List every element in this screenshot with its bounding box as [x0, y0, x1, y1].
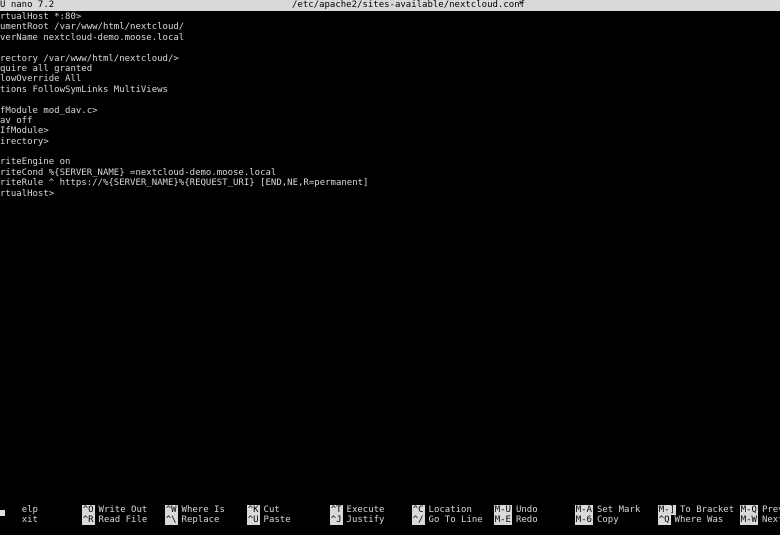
editor-line[interactable]: riteEngine on — [0, 157, 780, 167]
shortcut-label: Where Was — [674, 515, 724, 525]
app-version: U nano 7.2 — [0, 0, 55, 10]
shortcut-set-mark[interactable]: M-A Set Mark — [553, 495, 640, 515]
modified-indicator: * — [518, 0, 524, 10]
text-cursor — [0, 510, 5, 516]
editor-line[interactable]: riteRule ^ https://%{SERVER_NAME}%{REQUE… — [0, 178, 780, 188]
shortcut-key: ^\ — [164, 515, 178, 525]
editor-line[interactable] — [0, 147, 780, 157]
editor-line[interactable] — [0, 95, 780, 105]
shortcut-key: ^U — [246, 515, 260, 525]
shortcut-justify[interactable]: ^J Justify — [308, 505, 384, 525]
editor-line[interactable]: IfModule> — [0, 126, 780, 136]
shortcut-undo[interactable]: M-U Undo — [472, 495, 538, 515]
shortcut-key: ^R — [81, 515, 95, 525]
shortcut-key: M-W — [739, 515, 758, 525]
shortcut-label: Paste — [263, 515, 291, 525]
shortcut-previous[interactable]: M-QPrevious — [718, 495, 780, 515]
shortcut-help[interactable]: elp — [0, 495, 38, 515]
shortcut-key: ^Q — [657, 515, 671, 525]
shortcut-location[interactable]: ^C Location — [390, 495, 472, 515]
editor-line[interactable]: umentRoot /var/www/html/nextcloud/ — [0, 22, 780, 32]
editor-line[interactable]: lowOverride All — [0, 74, 780, 84]
shortcut-where-is[interactable]: ^W Where Is — [143, 495, 225, 515]
shortcut-write-out[interactable]: ^O Write Out — [60, 495, 147, 515]
shortcut-next[interactable]: M-WNext — [718, 505, 780, 525]
editor-line[interactable]: rtualHost> — [0, 189, 780, 199]
shortcut-exit[interactable]: xit — [0, 505, 38, 525]
shortcut-replace[interactable]: ^\ Replace — [143, 505, 219, 525]
shortcut-paste[interactable]: ^U Paste — [225, 505, 291, 525]
editor-line[interactable]: av off — [0, 116, 780, 126]
shortcut-label: Next — [761, 515, 780, 525]
shortcut-bar: elp ^O Write Out ^W Where Is ^K Cut ^T Execu… — [0, 495, 780, 525]
editor-line[interactable]: quire all granted — [0, 64, 780, 74]
shortcut-where-was[interactable]: ^Q Where Was — [636, 505, 723, 525]
editor-line[interactable]: irectory> — [0, 137, 780, 147]
shortcut-redo[interactable]: M-E Redo — [472, 505, 538, 525]
shortcut-key: ^/ — [411, 515, 425, 525]
shortcut-key: ^J — [329, 515, 343, 525]
shortcut-label: Redo — [515, 515, 538, 525]
shortcut-key: M-6 — [574, 515, 593, 525]
shortcut-go-to-line[interactable]: ^/Go To Line — [390, 505, 483, 525]
editor-line[interactable]: riteCond %{SERVER_NAME} =nextcloud-demo.… — [0, 168, 780, 178]
text-editor-area[interactable]: rtualHost *:80> umentRoot /var/www/html/… — [0, 12, 780, 490]
nano-title-bar: U nano 7.2 /etc/apache2/sites-available/… — [0, 0, 780, 11]
shortcut-label: Replace — [181, 515, 220, 525]
file-path: /etc/apache2/sites-available/nextcloud.c… — [292, 0, 525, 10]
shortcut-label: Justify — [346, 515, 385, 525]
editor-line[interactable]: fModule mod_dav.c> — [0, 106, 780, 116]
editor-line[interactable]: rtualHost *:80> — [0, 12, 780, 22]
editor-line[interactable]: rectory /var/www/html/nextcloud/> — [0, 54, 780, 64]
shortcut-execute[interactable]: ^T Execute — [308, 495, 384, 515]
editor-line[interactable] — [0, 43, 780, 53]
editor-line[interactable]: verName nextcloud-demo.moose.local — [0, 33, 780, 43]
shortcut-key: M-E — [493, 515, 512, 525]
shortcut-label: xit — [21, 515, 38, 525]
editor-line[interactable]: tions FollowSymLinks MultiViews — [0, 85, 780, 95]
shortcut-read-file[interactable]: ^R Read File — [60, 505, 147, 525]
shortcut-cut[interactable]: ^K Cut — [225, 495, 280, 515]
shortcut-label: Read File — [98, 515, 148, 525]
shortcut-label: Copy — [596, 515, 619, 525]
shortcut-copy[interactable]: M-6 Copy — [553, 505, 619, 525]
